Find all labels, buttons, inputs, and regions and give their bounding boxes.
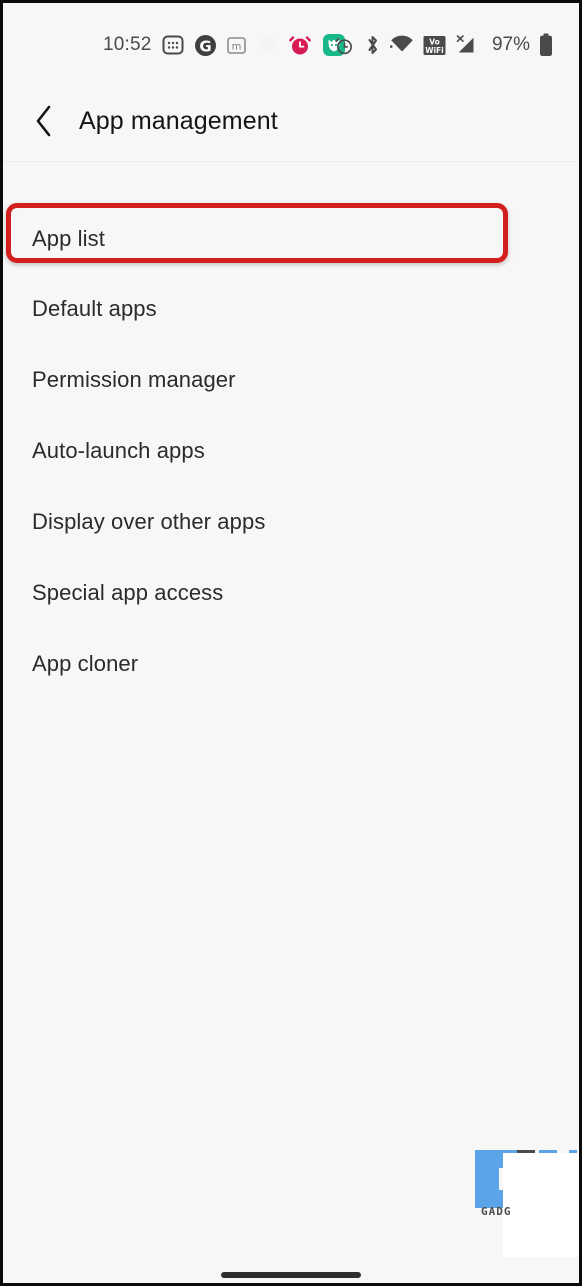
back-button[interactable] [15, 91, 73, 151]
list-item-app-cloner[interactable]: App cloner [3, 628, 579, 699]
list-item-display-over-other-apps[interactable]: Display over other apps [3, 486, 579, 557]
battery-icon [539, 33, 553, 57]
vowifi-icon: Vo WiFi [423, 33, 446, 57]
status-bar-left-group: 10:52 G m [103, 31, 346, 59]
list-item-special-app-access[interactable]: Special app access [3, 557, 579, 628]
mendeley-m-icon: m [226, 33, 246, 57]
settings-list[interactable]: App list Default apps Permission manager… [3, 163, 579, 1283]
list-item-label: Default apps [32, 295, 157, 321]
list-item-label: App cloner [32, 650, 139, 676]
status-bar-clock: 10:52 [103, 34, 152, 55]
home-gesture-bar[interactable] [221, 1272, 361, 1278]
phone-screen: 10:52 G m Vo WiFi 97% App management App… [0, 0, 582, 1286]
list-item-label: Display over other apps [32, 508, 266, 534]
page-title: App management [79, 106, 278, 135]
app-bar: App management [3, 81, 579, 162]
list-item-default-apps[interactable]: Default apps [3, 273, 579, 344]
svg-text:WiFi: WiFi [425, 46, 444, 55]
alarm-notification-icon [288, 33, 312, 57]
alarm-clock-icon [334, 33, 355, 57]
status-bar-right-group: Vo WiFi 97% [334, 31, 553, 59]
groupon-g-icon: G [194, 33, 217, 57]
bluetooth-icon [364, 33, 381, 57]
svg-text:G: G [199, 37, 211, 55]
wifi-icon [389, 33, 414, 57]
list-item-permission-manager[interactable]: Permission manager [3, 344, 579, 415]
status-bar: 10:52 G m Vo WiFi 97% [3, 3, 579, 81]
chevron-left-icon [36, 105, 51, 137]
cellular-signal-no-sim-icon [455, 33, 479, 57]
battery-percent-label: 97% [491, 34, 530, 55]
list-item-label: Permission manager [32, 366, 236, 392]
list-item-label: Auto-launch apps [32, 437, 205, 463]
list-item-label: App list [32, 225, 105, 251]
svg-text:m: m [231, 41, 241, 52]
list-item-label: Special app access [32, 579, 224, 605]
list-item-auto-launch-apps[interactable]: Auto-launch apps [3, 415, 579, 486]
watermark-occluding-panel [503, 1153, 579, 1257]
calculator-icon [162, 33, 184, 57]
watermark-brand-text: GADG [481, 1205, 512, 1218]
twitter-bird-icon [256, 33, 278, 57]
list-item-app-list[interactable]: App list [3, 203, 579, 274]
